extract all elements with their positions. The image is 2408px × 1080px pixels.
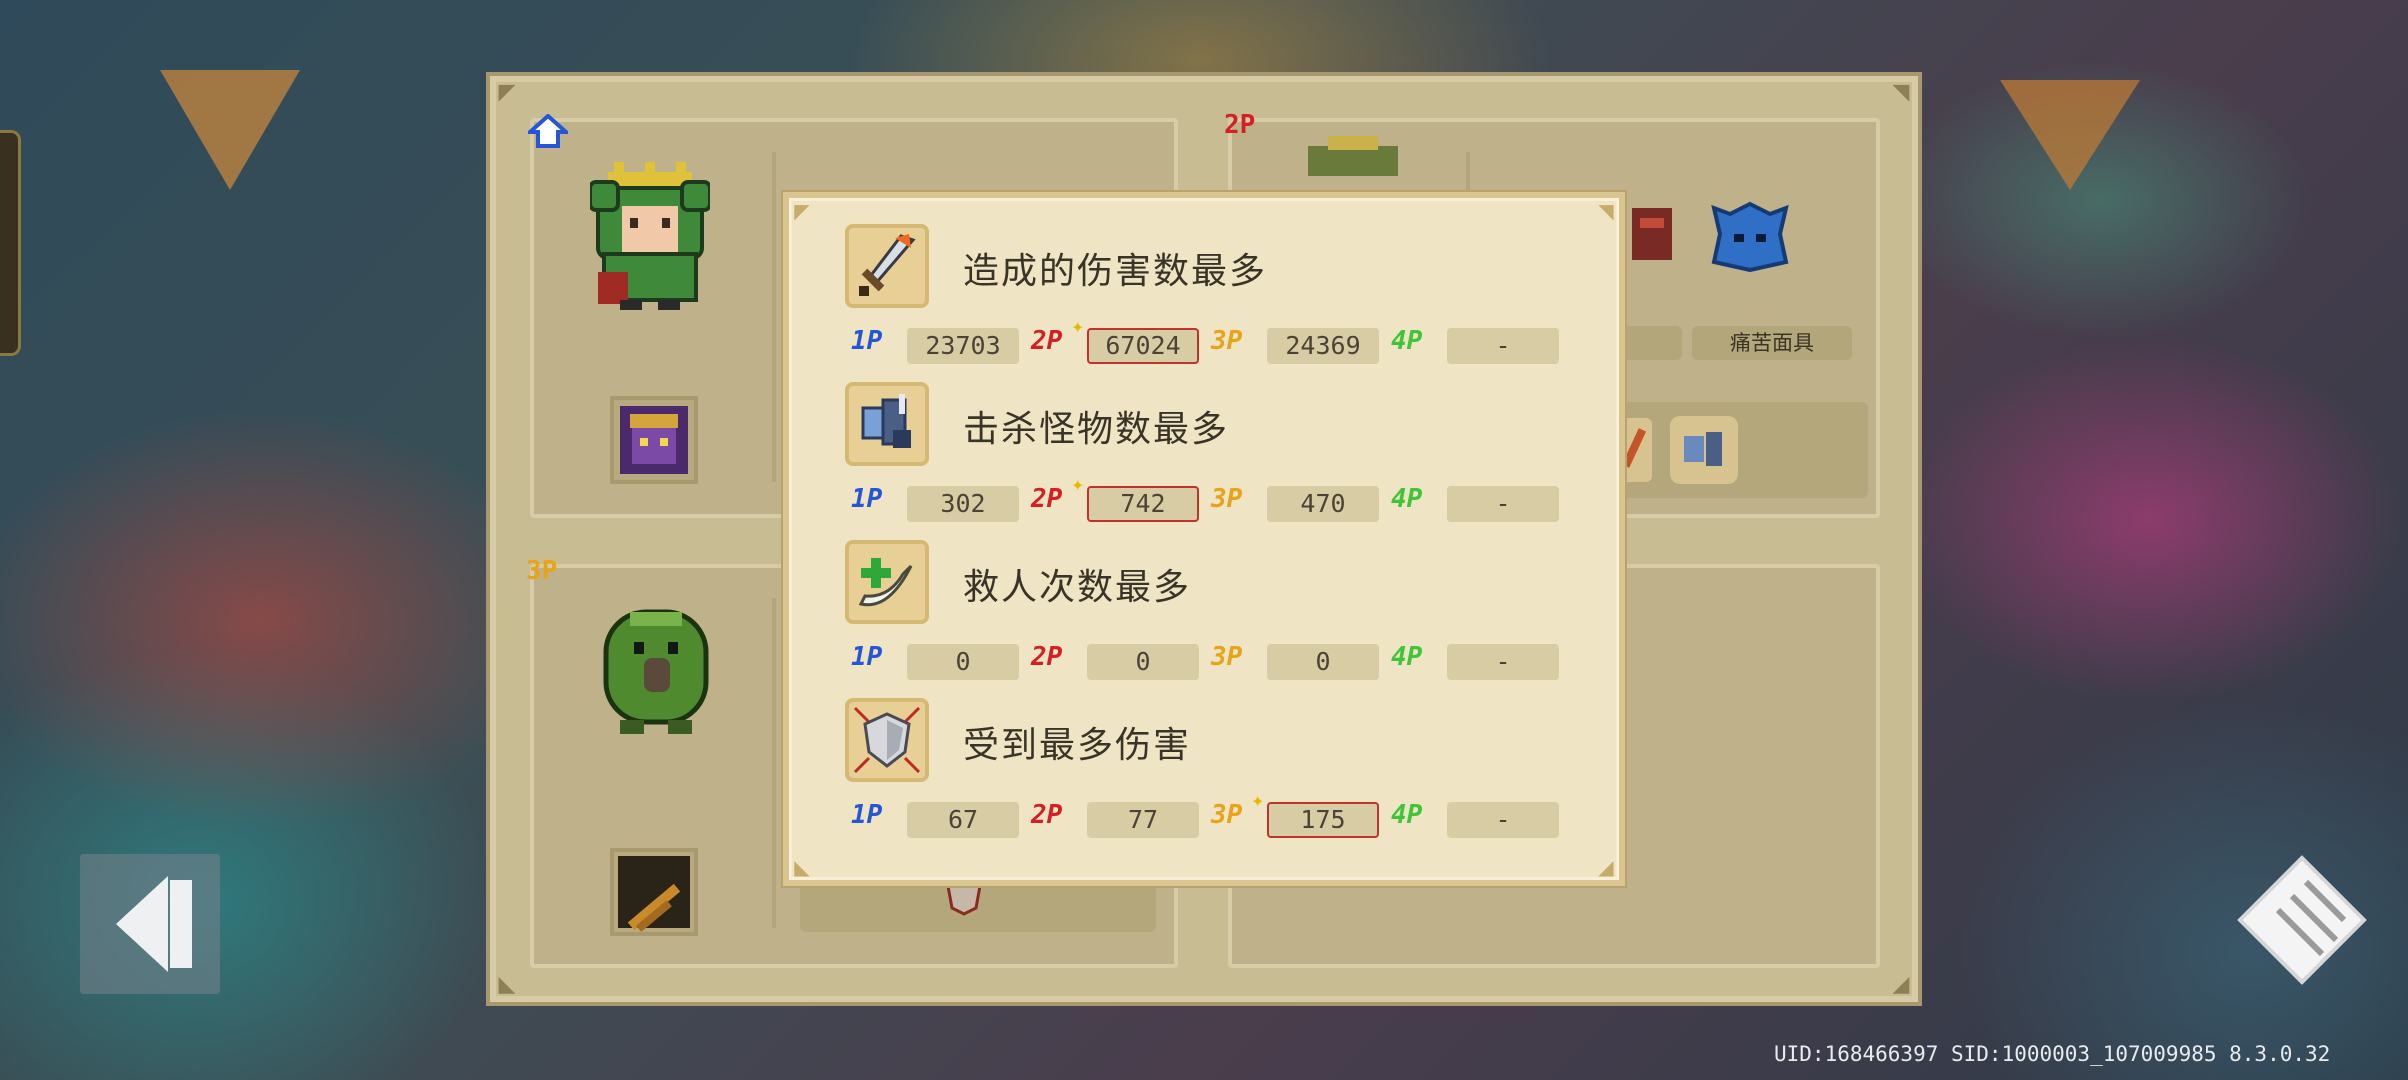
stat-title: 造成的伤害数最多	[963, 251, 1268, 292]
player-tag-4p: 4P	[1391, 326, 1423, 356]
stat-value-4p: -	[1447, 644, 1559, 680]
stat-title: 救人次数最多	[963, 567, 1192, 608]
best-star-icon: ✦	[1071, 476, 1085, 495]
player-tag-3p: 3P	[1211, 484, 1243, 514]
frog-knight-avatar	[590, 162, 710, 310]
stat-value-4p: -	[1447, 802, 1559, 838]
rifle-weapon-icon	[618, 856, 690, 932]
revive-icon	[845, 540, 929, 624]
stat-value-3p: 24369	[1267, 328, 1379, 364]
home-icon	[528, 114, 568, 148]
player-tag-2p: 2P	[1031, 800, 1063, 830]
stat-value-2p: 742	[1087, 486, 1199, 522]
player-tag-3p: 3P	[1211, 800, 1243, 830]
corner-ornament: ◣	[794, 855, 810, 879]
card-divider	[772, 598, 776, 928]
player-2p-avatar	[1308, 136, 1398, 176]
item-tag-pain-mask: 痛苦面具	[1692, 326, 1852, 360]
corner-ornament: ◢	[1598, 855, 1614, 879]
corner-ornament: ◢	[1892, 972, 1910, 997]
back-arrow-icon	[116, 876, 192, 972]
stat-value-3p: 175	[1267, 802, 1379, 838]
corner-ornament: ◥	[1598, 199, 1614, 223]
player-tag-2p: 2P	[1031, 484, 1063, 514]
player-tag-4p: 4P	[1391, 800, 1423, 830]
stat-value-4p: -	[1447, 486, 1559, 522]
uid-text: UID:168466397 SID:1000003_107009985 8.3.…	[1774, 1042, 2331, 1066]
back-button[interactable]	[80, 854, 220, 994]
demon-helm-icon	[620, 406, 688, 474]
card-divider	[772, 152, 776, 482]
corner-ornament: ◣	[498, 972, 516, 997]
stat-value-2p: 67024	[1087, 328, 1199, 364]
stat-value-1p: 0	[907, 644, 1019, 680]
side-tab[interactable]	[0, 130, 21, 356]
badge-tray	[1612, 402, 1868, 498]
item-icon	[1632, 208, 1672, 260]
stat-value-3p: 0	[1267, 644, 1379, 680]
player-tag-4p: 4P	[1391, 484, 1423, 514]
stat-value-2p: 0	[1087, 644, 1199, 680]
player-tag-3p: 3P	[1211, 326, 1243, 356]
stat-value-1p: 67	[907, 802, 1019, 838]
stats-popup: ◤ ◥ ◣ ◢ 造成的伤害数最多 1P 23703 2P ✦ 67024 3P …	[783, 192, 1625, 886]
pain-mask-icon	[1711, 201, 1789, 272]
sword-icon	[845, 224, 929, 308]
corner-ornament: ◥	[1892, 80, 1910, 105]
corner-ornament: ◤	[498, 80, 516, 105]
shield-icon	[845, 698, 929, 782]
stat-value-3p: 470	[1267, 486, 1379, 522]
best-star-icon: ✦	[1251, 792, 1265, 811]
bunting-flag	[2000, 80, 2140, 190]
player-tag-4p: 4P	[1391, 642, 1423, 672]
scroll-menu-button[interactable]	[2232, 850, 2372, 990]
kill-badge-icon	[1670, 416, 1738, 484]
player-label-3p: 3P	[526, 556, 558, 586]
player-tag-2p: 2P	[1031, 326, 1063, 356]
player-label-2p: 2P	[1224, 110, 1256, 140]
weapon-slot[interactable]	[610, 396, 698, 484]
player-tag-1p: 1P	[851, 484, 883, 514]
stat-value-2p: 77	[1087, 802, 1199, 838]
best-star-icon: ✦	[1071, 318, 1085, 337]
bunting-flag	[160, 70, 300, 190]
weapon-slot[interactable]	[610, 848, 698, 936]
scroll-icon	[2237, 855, 2367, 985]
player-tag-3p: 3P	[1211, 642, 1243, 672]
kill-icon	[845, 382, 929, 466]
corner-ornament: ◤	[794, 199, 810, 223]
player-tag-1p: 1P	[851, 326, 883, 356]
stat-value-1p: 302	[907, 486, 1019, 522]
player-tag-2p: 2P	[1031, 642, 1063, 672]
stat-title: 击杀怪物数最多	[963, 409, 1230, 450]
green-blob-avatar	[603, 609, 709, 734]
stat-value-1p: 23703	[907, 328, 1019, 364]
stat-value-4p: -	[1447, 328, 1559, 364]
stat-title: 受到最多伤害	[963, 725, 1192, 766]
player-tag-1p: 1P	[851, 642, 883, 672]
player-tag-1p: 1P	[851, 800, 883, 830]
